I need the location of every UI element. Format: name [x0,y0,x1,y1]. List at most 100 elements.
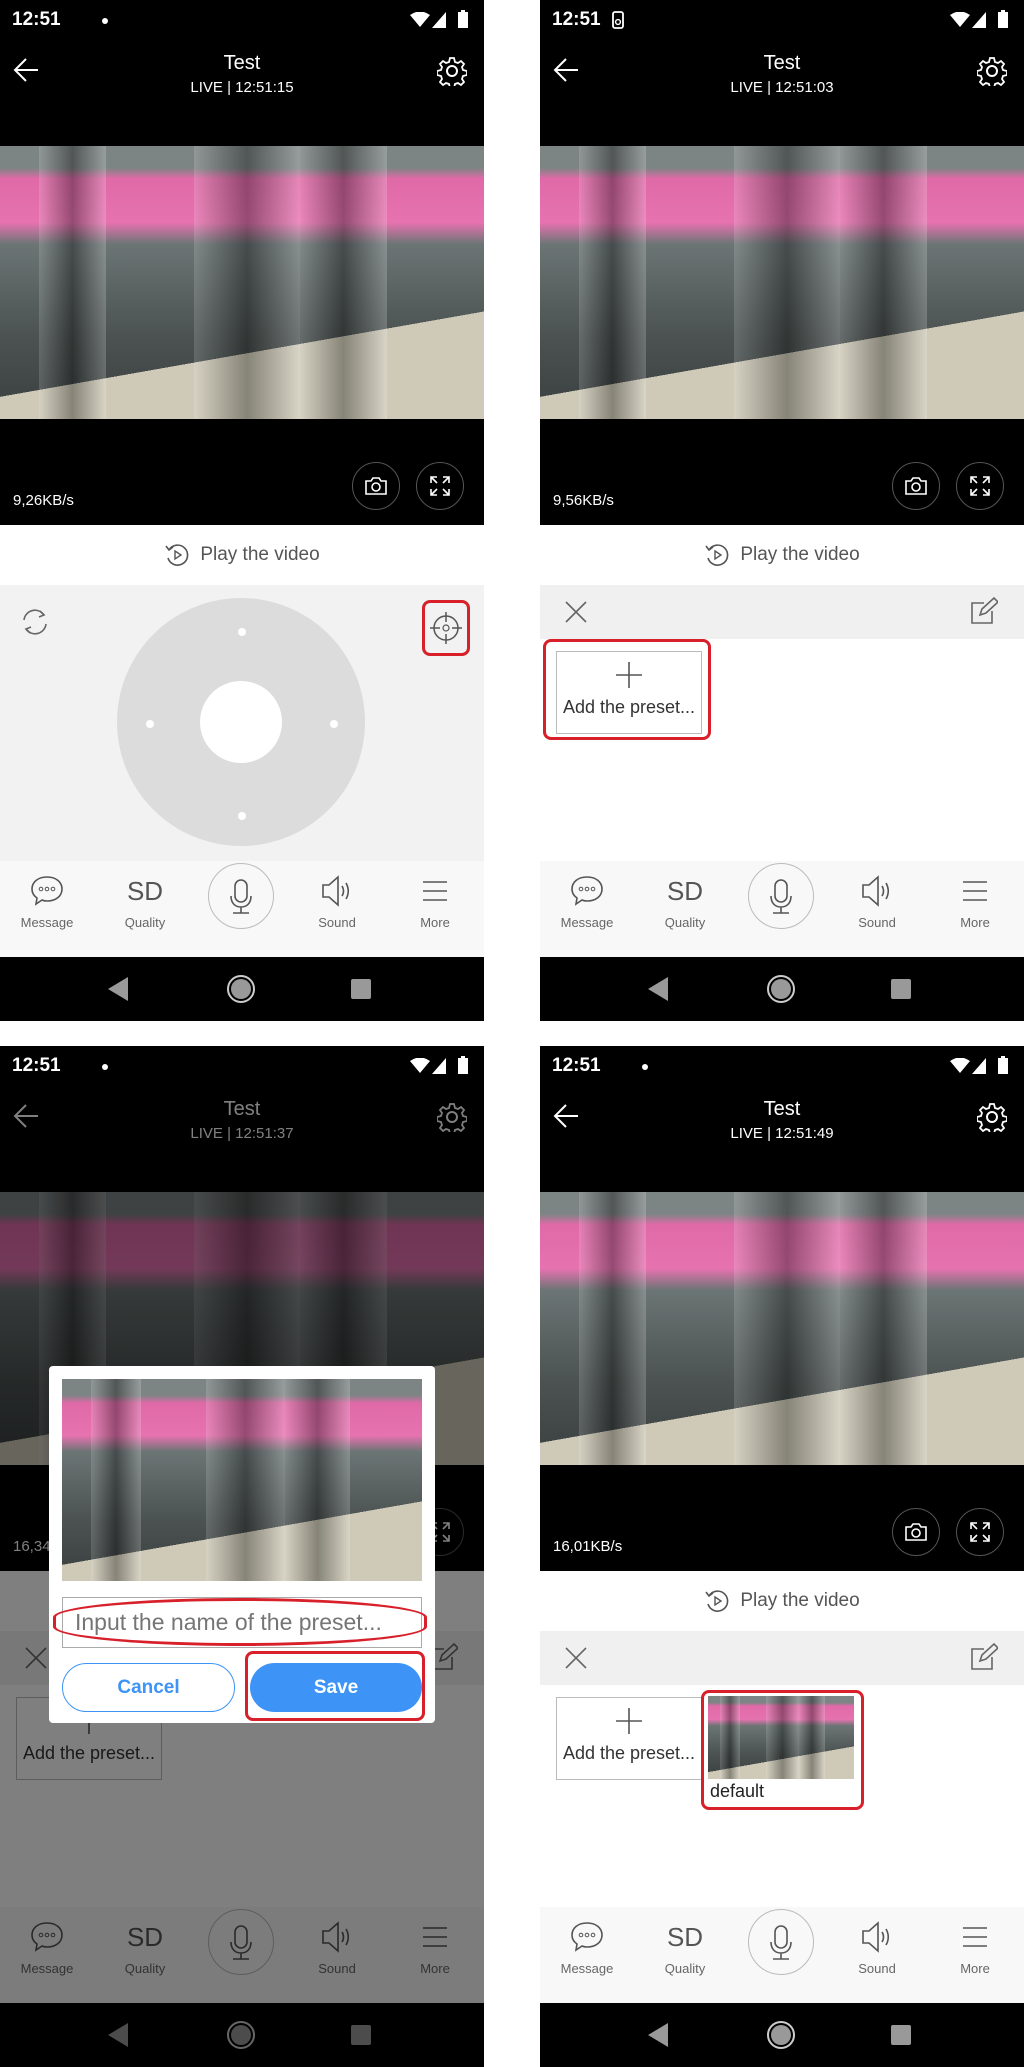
video-shade [578,1192,647,1465]
status-time: 12:51 [552,9,601,30]
joystick-up-dot[interactable] [238,628,246,636]
snapshot-button[interactable] [352,462,400,510]
microphone-icon [770,1925,792,1960]
edit-icon[interactable] [968,596,1000,632]
toolbar-quality-button[interactable]: SD Quality [640,1919,730,1977]
fullscreen-button[interactable] [956,462,1004,510]
play-video-button[interactable]: Play the video [540,525,1024,585]
close-icon[interactable] [564,600,588,629]
nav-recents-icon[interactable] [351,979,371,1004]
toolbar-more-button[interactable]: More [930,1919,1020,1976]
preset-bar [540,1631,1024,1685]
phone-screen: 12:51TestLIVE | 12:51:3716,34KB/sPlay th… [0,1046,484,2067]
preset-position-button[interactable] [422,600,470,656]
fullscreen-button[interactable] [416,462,464,510]
nav-home-icon[interactable] [766,2020,796,2055]
preset-preview-image [62,1379,422,1581]
preset-list: Add the preset... [540,639,1024,861]
video-shade [733,146,841,419]
live-video [540,146,1024,419]
toolbar-message-button[interactable]: Message [542,873,632,930]
replay-icon [165,544,189,566]
camera-icon [365,477,387,495]
talk-button-ring [208,863,274,929]
status-time: 12:51 [12,9,61,30]
nav-recents-icon[interactable] [891,2025,911,2050]
live-timestamp: LIVE | 12:51:03 [730,79,834,96]
speaker-icon [832,1919,922,1955]
video-shade [840,146,928,419]
battery-icon [458,1056,468,1079]
nav-home-icon[interactable] [226,974,256,1009]
message-icon [542,1919,632,1955]
preset-name-input[interactable] [62,1597,422,1648]
nav-recents-icon[interactable] [891,979,911,1004]
settings-gear-icon[interactable] [976,1102,1008,1137]
add-preset-button[interactable]: Add the preset... [556,1697,702,1780]
joystick-center[interactable] [200,681,282,763]
toolbar-more-button[interactable]: More [930,873,1020,930]
dot-icon [102,1064,108,1070]
toolbar-sound-button[interactable]: Sound [832,1919,922,1976]
toolbar-label: Message [560,915,614,930]
joystick-right-dot[interactable] [330,720,338,728]
speaker-icon [292,873,382,909]
play-video-label: Play the video [200,544,320,565]
add-preset-button[interactable]: Add the preset... [556,651,702,734]
camera-title: Test [763,1098,801,1120]
expand-icon [970,1522,990,1542]
nav-back-icon[interactable] [648,977,668,1006]
toolbar-quality-button[interactable]: SD Quality [640,873,730,931]
cancel-button[interactable]: Cancel [62,1663,235,1712]
save-button[interactable]: Save [250,1663,422,1712]
toolbar-more-button[interactable]: More [390,873,480,930]
toolbar-talk-button[interactable] [736,863,826,929]
close-icon[interactable] [564,1646,588,1675]
toolbar-label: Sound [318,915,356,930]
live-video [540,1192,1024,1465]
live-timestamp: LIVE | 12:51:15 [190,79,294,96]
bottom-toolbar: Message SD Quality Sound More [540,861,1024,957]
edit-icon[interactable] [968,1642,1000,1678]
menu-icon [930,1919,1020,1955]
preset-item[interactable]: default [708,1696,854,1806]
nav-back-icon[interactable] [108,977,128,1006]
snapshot-button[interactable] [892,462,940,510]
status-time: 12:51 [12,1055,61,1076]
settings-gear-icon[interactable] [436,56,468,91]
camera-title: Test [763,52,801,74]
video-shade [38,146,107,419]
menu-icon [930,873,1020,909]
toolbar-message-button[interactable]: Message [542,1919,632,1976]
joystick-left-dot[interactable] [146,720,154,728]
snapshot-button[interactable] [892,1508,940,1556]
rotate-sync-icon[interactable] [20,607,50,642]
dot-icon [102,18,108,24]
play-video-button[interactable]: Play the video [540,1571,1024,1631]
joystick-down-dot[interactable] [238,812,246,820]
nav-back-icon[interactable] [648,2023,668,2052]
bitrate-readout: 9,26KB/s [13,492,74,509]
video-shade [766,1696,799,1779]
toolbar-label: Quality [664,1961,706,1976]
wifi-icon [950,11,970,33]
preset-thumbnail [708,1696,854,1779]
ptz-joystick[interactable] [117,598,365,846]
phone-notification-icon [610,11,626,34]
toolbar-label: Sound [858,915,896,930]
play-video-button[interactable]: Play the video [0,525,484,585]
fullscreen-button[interactable] [956,1508,1004,1556]
settings-gear-icon[interactable] [976,56,1008,91]
toolbar-talk-button[interactable] [196,863,286,929]
toolbar-label: Message [20,915,74,930]
signal-icon [432,12,446,33]
toolbar-talk-button[interactable] [736,1909,826,1975]
toolbar-sound-button[interactable]: Sound [832,873,922,930]
nav-home-icon[interactable] [766,974,796,1009]
toolbar-message-button[interactable]: Message [2,873,92,930]
toolbar-sound-button[interactable]: Sound [292,873,382,930]
video-shade [719,1696,741,1779]
toolbar-quality-button[interactable]: SD Quality [100,873,190,931]
toolbar-label: More [960,1961,990,1976]
video-shade [798,1696,825,1779]
